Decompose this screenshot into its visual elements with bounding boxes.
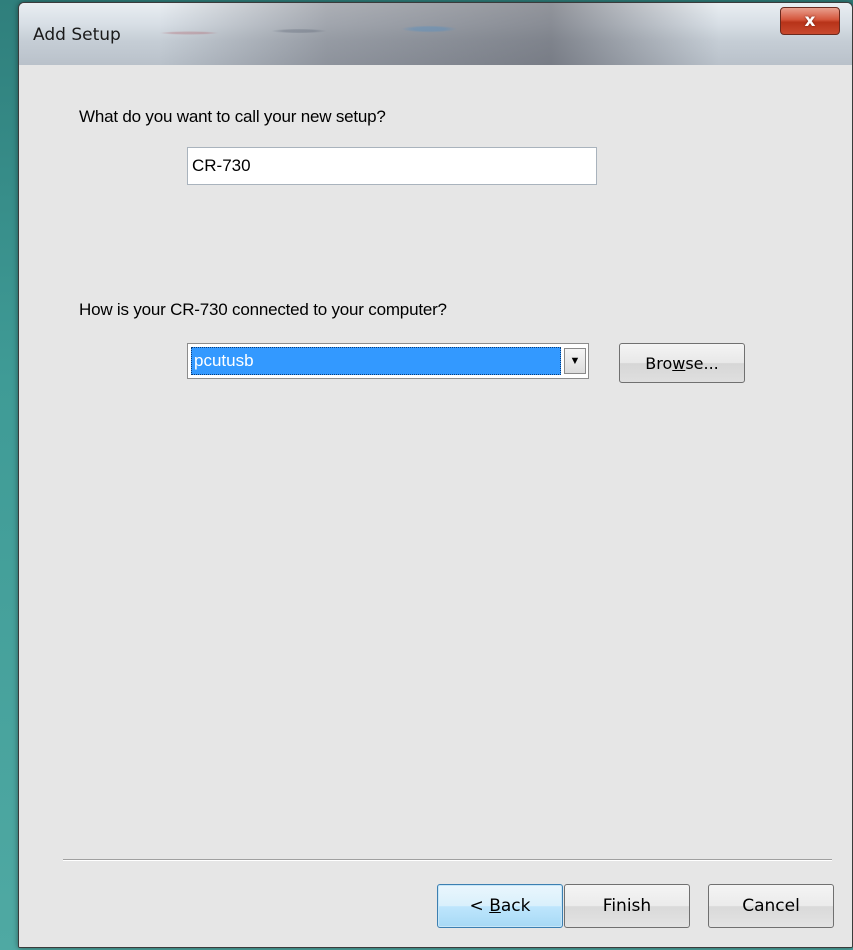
- connection-label: How is your CR-730 connected to your com…: [79, 300, 447, 319]
- close-button[interactable]: x: [780, 7, 840, 35]
- dialog-body: What do you want to call your new setup?…: [19, 65, 852, 947]
- browse-button[interactable]: Bro w se...: [619, 343, 745, 383]
- add-setup-dialog: Add Setup x What do you want to call you…: [18, 2, 853, 948]
- browse-label-post: se...: [685, 353, 719, 373]
- cancel-button[interactable]: Cancel: [708, 884, 834, 928]
- setup-name-label: What do you want to call your new setup?: [79, 107, 386, 126]
- connection-select[interactable]: pcutusb ▼: [187, 343, 589, 379]
- back-label-pre: <: [469, 896, 490, 916]
- finish-button[interactable]: Finish: [564, 884, 690, 928]
- close-icon: x: [804, 11, 816, 31]
- footer-separator: [63, 859, 832, 861]
- setup-name-input[interactable]: [187, 147, 597, 185]
- window-title: Add Setup: [33, 25, 121, 45]
- back-button[interactable]: < Back: [437, 884, 563, 928]
- browse-label-pre: Bro: [645, 353, 673, 373]
- browse-label-accelerator: w: [672, 353, 686, 373]
- back-label-accelerator: B: [489, 896, 501, 916]
- chevron-down-icon[interactable]: ▼: [564, 348, 586, 374]
- title-bar[interactable]: Add Setup x: [19, 3, 852, 65]
- back-label-post: ack: [500, 896, 531, 916]
- connection-selected-value: pcutusb: [191, 347, 561, 375]
